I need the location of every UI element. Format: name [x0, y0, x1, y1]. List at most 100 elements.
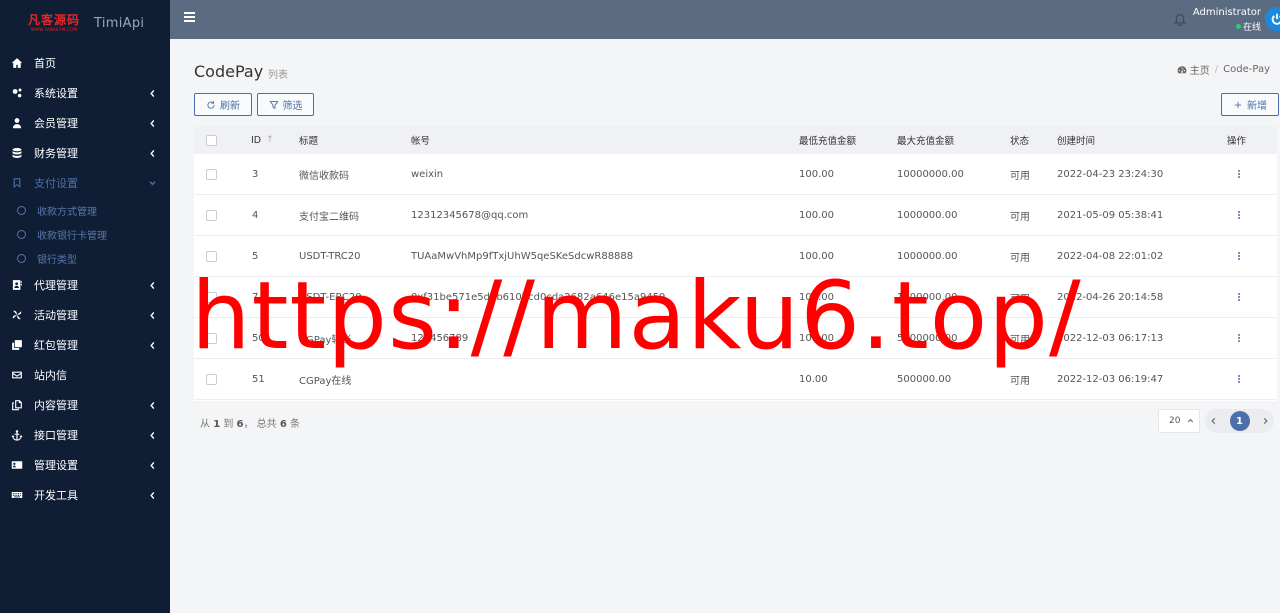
cell-max: 500000.00: [897, 373, 952, 385]
clone-icon: [10, 338, 24, 352]
row-checkbox[interactable]: [206, 332, 217, 344]
user-name[interactable]: Administrator: [1193, 7, 1261, 18]
page-number-current[interactable]: 1: [1229, 411, 1250, 431]
sidebar-item-5[interactable]: 代理管理: [0, 270, 170, 300]
cell-min: 100.00: [799, 209, 834, 221]
cell-min: 100.00: [799, 332, 834, 344]
sidebar-item-7[interactable]: 红包管理: [0, 330, 170, 360]
sidebar-item-6[interactable]: 活动管理: [0, 300, 170, 330]
cell-status: 可用: [1010, 170, 1030, 182]
cell-id: 7: [252, 291, 259, 303]
bell-icon[interactable]: [1173, 12, 1187, 27]
cell-title: CGPay转账: [299, 334, 352, 346]
sidebar-item-label: 管理设置: [34, 459, 78, 472]
pager-total: 6: [279, 419, 287, 430]
chevron-left-icon: [148, 310, 156, 320]
prev-page-icon[interactable]: [1210, 414, 1217, 428]
sidebar-item-3[interactable]: 财务管理: [0, 138, 170, 168]
sidebar-item-9[interactable]: 内容管理: [0, 390, 170, 420]
data-table: ID ↑ 标题 帐号 最低充值金额 最大充值金额 状态 创建时间 操作 3 微信收款…: [194, 126, 1277, 401]
sidebar-item-1[interactable]: 系统设置: [0, 78, 170, 108]
submenu-item-label: 收款银行卡管理: [37, 230, 107, 242]
brand-logo-subtext: WWW.FANKEYM.COM: [30, 27, 78, 32]
table-row[interactable]: 3 微信收款码 weixin 100.00 10000000.00 可用 2022-04-2…: [194, 154, 1277, 195]
row-actions: [1237, 154, 1240, 194]
row-checkbox[interactable]: [206, 209, 217, 221]
page-size-select[interactable]: 20: [1158, 409, 1200, 433]
sidebar-item-10[interactable]: 接口管理: [0, 420, 170, 450]
more-vertical-icon[interactable]: [1237, 292, 1240, 302]
chevron-left-icon: [148, 460, 156, 470]
sidebar-item-label: 活动管理: [34, 309, 78, 322]
power-icon[interactable]: [1265, 7, 1280, 31]
sidebar-item-label: 接口管理: [34, 429, 78, 442]
cell-status: 可用: [1010, 211, 1030, 223]
sidebar-item-12[interactable]: 开发工具: [0, 480, 170, 510]
sidebar-item-11[interactable]: 管理设置: [0, 450, 170, 480]
refresh-button[interactable]: 刷新: [194, 93, 252, 116]
brand[interactable]: 凡客源码 WWW.FANKEYM.COM TimiApi: [0, 0, 170, 46]
brand-logo: 凡客源码 WWW.FANKEYM.COM: [26, 13, 82, 33]
sidebar-item-8[interactable]: 站内信: [0, 360, 170, 390]
chevron-down-icon: [148, 178, 156, 188]
pager-from-label: 从: [200, 419, 210, 430]
menu-toggle-icon[interactable]: [184, 12, 195, 22]
sidebar-item-4[interactable]: 支付设置: [0, 168, 170, 198]
online-dot-icon: [1235, 24, 1241, 29]
cell-min: 100.00: [799, 250, 834, 262]
brand-name: TimiApi: [94, 15, 145, 31]
chevron-left-icon: [148, 280, 156, 290]
cell-max: 10000000.00: [897, 168, 964, 180]
sidebar-item-label: 系统设置: [34, 87, 78, 100]
sort-arrow-icon[interactable]: ↑: [266, 135, 274, 145]
pagination: 1: [1205, 409, 1274, 433]
table-row[interactable]: 5 USDT-TRC20 TUAaMwVhMp9fTxjUhW5qeSKeSdcwR…: [194, 236, 1277, 277]
sidebar-item-label: 代理管理: [34, 279, 78, 292]
submenu-item-1[interactable]: 收款银行卡管理: [0, 222, 170, 246]
filter-button[interactable]: 筛选: [257, 93, 314, 116]
sidebar-item-2[interactable]: 会员管理: [0, 108, 170, 138]
header-id[interactable]: ID ↑: [251, 126, 274, 154]
cell-title: USDT-TRC20: [299, 250, 361, 262]
bookmark-icon: [10, 176, 24, 190]
table-row[interactable]: 4 支付宝二维码 12312345678@qq.com 100.00 1000000.0…: [194, 195, 1277, 236]
row-checkbox[interactable]: [206, 291, 217, 303]
header-status: 状态: [1010, 136, 1030, 147]
cell-min: 10.00: [799, 373, 828, 385]
pagination-info: 从 1 到 6， 总共 6 条: [200, 415, 300, 430]
row-select-cell: [206, 277, 217, 317]
row-checkbox[interactable]: [206, 250, 217, 262]
row-actions: [1237, 318, 1240, 358]
page-title: CodePay: [194, 62, 264, 81]
sidebar-item-label: 财务管理: [34, 147, 78, 160]
select-all-checkbox[interactable]: [206, 134, 217, 146]
plus-icon: [1234, 101, 1242, 108]
cell-created: 2022-12-03 06:19:47: [1057, 373, 1164, 385]
submenu-item-0[interactable]: 收款方式管理: [0, 198, 170, 222]
row-select-cell: [206, 359, 217, 399]
cell-status: 可用: [1010, 293, 1030, 305]
row-checkbox[interactable]: [206, 373, 217, 385]
table-row[interactable]: 7 USDT-ERC20 0xf31be571e5d8b610bcd0cda2682…: [194, 277, 1277, 318]
add-button[interactable]: 新增: [1221, 93, 1279, 116]
header-actions: 操作: [1227, 136, 1247, 147]
more-vertical-icon[interactable]: [1237, 333, 1240, 343]
table-row[interactable]: 51 CGPay在线 10.00 500000.00 可用 2022-12-03 06:1…: [194, 359, 1277, 400]
more-vertical-icon[interactable]: [1237, 251, 1240, 261]
breadcrumb-home[interactable]: 主页: [1190, 62, 1210, 77]
circle-icon: [17, 229, 26, 239]
table-row[interactable]: 50 CGPay转账 123456789 100.00 5000000.00 可用 2022…: [194, 318, 1277, 359]
more-vertical-icon[interactable]: [1237, 374, 1240, 384]
cell-id: 51: [252, 373, 265, 385]
header-min: 最低充值金额: [799, 136, 857, 147]
pager-from: 1: [213, 419, 221, 430]
refresh-icon: [207, 100, 215, 109]
chevron-left-icon: [148, 400, 156, 410]
row-checkbox[interactable]: [206, 168, 217, 180]
more-vertical-icon[interactable]: [1237, 169, 1240, 179]
submenu-item-2[interactable]: 银行类型: [0, 246, 170, 270]
next-page-icon[interactable]: [1262, 414, 1269, 428]
sidebar-item-0[interactable]: 首页: [0, 48, 170, 78]
user-status: 在线: [1235, 20, 1261, 33]
more-vertical-icon[interactable]: [1237, 210, 1240, 220]
